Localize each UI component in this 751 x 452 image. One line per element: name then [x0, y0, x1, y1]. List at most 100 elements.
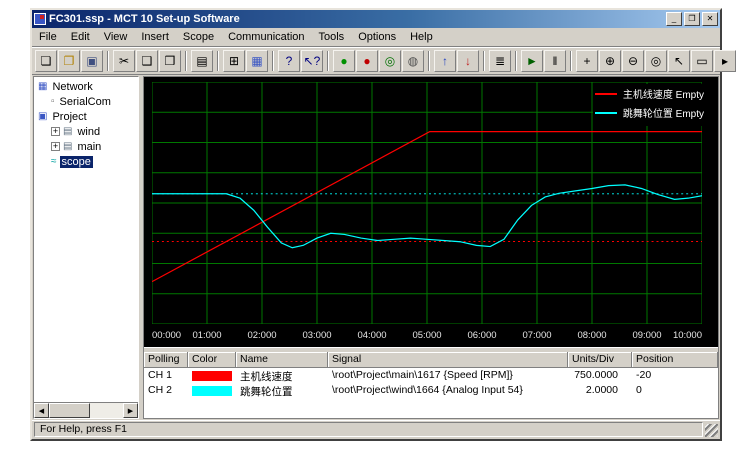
scope-view: 主机线速度 Empty跳舞轮位置 Empty 00:00001:00002:00…	[143, 76, 719, 419]
legend-line-sample	[595, 112, 617, 114]
new-icon: ❏	[41, 55, 52, 67]
tree: ▦Network▫SerialCom▣Project+▤wind+▤main≈s…	[34, 77, 138, 402]
copy-button[interactable]: ❑	[136, 50, 158, 72]
print-button[interactable]: ▤	[191, 50, 213, 72]
comm-refresh-button[interactable]: ◎	[379, 50, 401, 72]
tree-item-main[interactable]: +▤main	[34, 139, 138, 154]
cell-position: -20	[632, 368, 718, 383]
menu-item-communication[interactable]: Communication	[221, 29, 311, 45]
cell-name: 主机线速度	[236, 368, 328, 383]
scroll-right-icon[interactable]: ▶	[123, 403, 138, 418]
channel-color-swatch	[192, 371, 232, 381]
column-header-signal[interactable]: Signal	[328, 352, 568, 368]
cell-polling: CH 2	[144, 383, 188, 398]
menu-item-edit[interactable]: Edit	[64, 29, 97, 45]
table-row[interactable]: CH 1主机线速度\root\Project\main\1617 {Speed …	[144, 368, 718, 383]
tree-item-label: Project	[50, 111, 88, 123]
x-tick-label: 00:000	[152, 330, 181, 341]
tree-item-project[interactable]: ▣Project	[34, 109, 138, 124]
cell-color	[188, 383, 236, 398]
expander-icon[interactable]: +	[51, 127, 60, 136]
scope-chart-area[interactable]: 主机线速度 Empty跳舞轮位置 Empty 00:00001:00002:00…	[144, 77, 718, 347]
disconnect-button[interactable]: ●	[356, 50, 378, 72]
column-header-name[interactable]: Name	[236, 352, 328, 368]
pause-scope-button[interactable]: ‖	[544, 50, 566, 72]
status-bar: For Help, press F1	[32, 420, 720, 439]
x-tick-label: 06:000	[467, 330, 496, 341]
open-button[interactable]: ❐	[58, 50, 80, 72]
menu-bar: FileEditViewInsertScopeCommunicationTool…	[32, 28, 720, 47]
zoom-out-button[interactable]: ⊖	[622, 50, 644, 72]
pause-scope-icon: ‖	[553, 55, 558, 67]
write-to-drive-button[interactable]: ↓	[457, 50, 479, 72]
resize-grip-icon[interactable]	[705, 424, 718, 437]
new-button[interactable]: ❏	[35, 50, 57, 72]
maximize-button[interactable]: ❐	[684, 12, 700, 26]
serialcom-icon: ▫	[51, 96, 55, 107]
comm-status-icon: ◍	[408, 55, 418, 67]
toolbar-separator	[515, 51, 517, 71]
pointer-button[interactable]: ↖	[668, 50, 690, 72]
open-icon: ❐	[64, 55, 75, 67]
start-scope-button[interactable]: ►	[521, 50, 543, 72]
column-header-units-div[interactable]: Units/Div	[568, 352, 632, 368]
comm-status-button[interactable]: ◍	[402, 50, 424, 72]
context-help-button[interactable]: ↖?	[301, 50, 323, 72]
tree-item-label: scope	[60, 156, 93, 168]
tracking-cross-button[interactable]: +	[576, 50, 598, 72]
channel-color-swatch	[192, 386, 232, 396]
network-view-button[interactable]: ▦	[246, 50, 268, 72]
toolbar-separator	[217, 51, 219, 71]
scrollbar-thumb[interactable]	[49, 403, 90, 418]
paste-button[interactable]: ❒	[159, 50, 181, 72]
tree-item-wind[interactable]: +▤wind	[34, 124, 138, 139]
expander-icon[interactable]: +	[51, 142, 60, 151]
help-button[interactable]: ?	[278, 50, 300, 72]
zoom-window-button[interactable]: ◎	[645, 50, 667, 72]
menu-item-scope[interactable]: Scope	[176, 29, 221, 45]
menu-item-insert[interactable]: Insert	[134, 29, 176, 45]
menu-item-tools[interactable]: Tools	[312, 29, 352, 45]
context-help-icon: ↖?	[304, 55, 321, 67]
read-from-drive-button[interactable]: ↑	[434, 50, 456, 72]
close-button[interactable]: ✕	[702, 12, 718, 26]
menu-item-options[interactable]: Options	[351, 29, 403, 45]
tree-item-serialcom[interactable]: ▫SerialCom	[34, 94, 138, 109]
column-header-position[interactable]: Position	[632, 352, 718, 368]
toolbar-separator	[483, 51, 485, 71]
x-tick-label: 04:000	[357, 330, 386, 341]
column-header-polling[interactable]: Polling	[144, 352, 188, 368]
start-scope-icon: ►	[526, 55, 538, 67]
title-bar[interactable]: FC301.ssp - MCT 10 Set-up Software _❐✕	[32, 10, 720, 28]
tree-item-label: main	[75, 141, 103, 153]
select-rect-button[interactable]: ▭	[691, 50, 713, 72]
scrollbar-track[interactable]	[49, 403, 123, 418]
help-icon: ?	[286, 55, 293, 67]
legend-label: 主机线速度 Empty	[623, 86, 704, 101]
scroll-left-icon[interactable]: ◀	[34, 403, 49, 418]
legend: 主机线速度 Empty跳舞轮位置 Empty	[593, 84, 706, 126]
menu-item-help[interactable]: Help	[403, 29, 440, 45]
cut-button[interactable]: ✂	[113, 50, 135, 72]
menu-item-view[interactable]: View	[97, 29, 135, 45]
zoom-in-button[interactable]: ⊕	[599, 50, 621, 72]
toolbar-separator	[570, 51, 572, 71]
table-row[interactable]: CH 2跳舞轮位置\root\Project\wind\1664 {Analog…	[144, 383, 718, 398]
tree-item-network[interactable]: ▦Network	[34, 79, 138, 94]
connect-button[interactable]: ●	[333, 50, 355, 72]
table-header: PollingColorNameSignalUnits/DivPosition	[144, 352, 718, 368]
legend-line-sample	[595, 93, 617, 95]
tree-item-scope[interactable]: ≈scope	[34, 154, 138, 169]
zoom-in-icon: ⊕	[605, 55, 615, 67]
save-button[interactable]: ▣	[81, 50, 103, 72]
x-tick-label: 07:000	[522, 330, 551, 341]
cell-signal: \root\Project\wind\1664 {Analog Input 54…	[328, 383, 568, 398]
toolbar-separator	[272, 51, 274, 71]
signal-list-button[interactable]: ≣	[489, 50, 511, 72]
menu-item-file[interactable]: File	[32, 29, 64, 45]
column-header-color[interactable]: Color	[188, 352, 236, 368]
new-folder-button[interactable]: ⊞	[223, 50, 245, 72]
tree-horizontal-scrollbar[interactable]: ◀ ▶	[34, 402, 138, 418]
toolbar-overflow-button[interactable]: ▸	[714, 50, 736, 72]
minimize-button[interactable]: _	[666, 12, 682, 26]
